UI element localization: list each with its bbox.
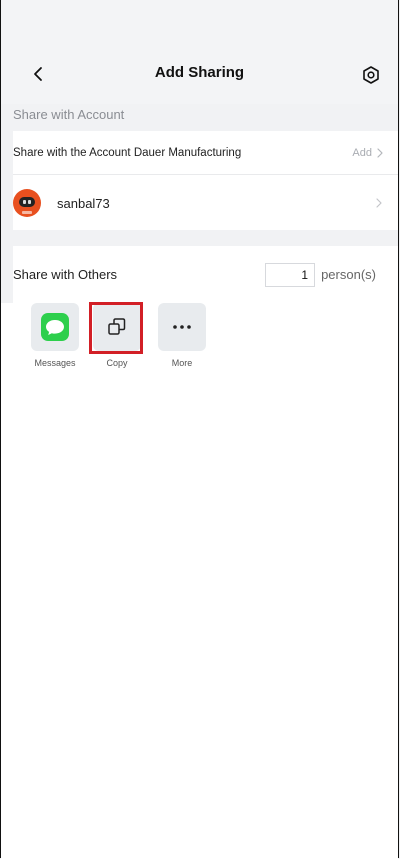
more-tile xyxy=(158,303,206,351)
account-share-card: Share with the Account Dauer Manufacturi… xyxy=(13,131,398,230)
settings-button[interactable] xyxy=(358,62,384,88)
person-unit-label: person(s) xyxy=(321,267,376,282)
chevron-right-icon xyxy=(377,147,383,158)
shared-username: sanbal73 xyxy=(57,195,110,211)
hexagon-settings-icon xyxy=(363,66,379,84)
person-count-input[interactable]: 1 xyxy=(265,262,316,287)
phone-screen: Add Sharing Share with Account Share wit… xyxy=(0,0,399,859)
share-with-account-label: Share with Account xyxy=(13,107,125,122)
copy-tile xyxy=(93,303,141,351)
add-account-button[interactable]: Add xyxy=(352,147,384,159)
more-icon xyxy=(173,325,191,329)
chevron-right-icon xyxy=(376,198,382,208)
share-with-account-text: Share with the Account Dauer Manufacturi… xyxy=(13,146,242,159)
copy-icon xyxy=(108,318,126,335)
messages-label: Messages xyxy=(34,358,76,368)
shared-user-row[interactable]: sanbal73 xyxy=(13,176,398,230)
share-with-account-row[interactable]: Share with the Account Dauer Manufacturi… xyxy=(13,131,398,175)
page-title: Add Sharing xyxy=(154,64,245,81)
messages-tile xyxy=(31,303,79,351)
share-option-messages[interactable]: Messages xyxy=(31,303,79,368)
more-label: More xyxy=(171,358,193,368)
share-option-copy[interactable]: Copy xyxy=(93,303,141,368)
robot-face-icon xyxy=(19,197,35,207)
share-with-others-label: Share with Others xyxy=(13,267,118,282)
add-label: Add xyxy=(352,146,372,159)
avatar xyxy=(13,189,41,217)
app-header: Add Sharing xyxy=(1,0,398,104)
copy-label: Copy xyxy=(106,358,128,368)
messages-icon xyxy=(41,313,69,341)
share-options-panel: Messages Copy More xyxy=(1,303,398,859)
share-option-more[interactable]: More xyxy=(158,303,206,368)
avatar-neck xyxy=(22,211,32,214)
share-with-others-row: Share with Others 1 person(s) xyxy=(13,246,398,303)
